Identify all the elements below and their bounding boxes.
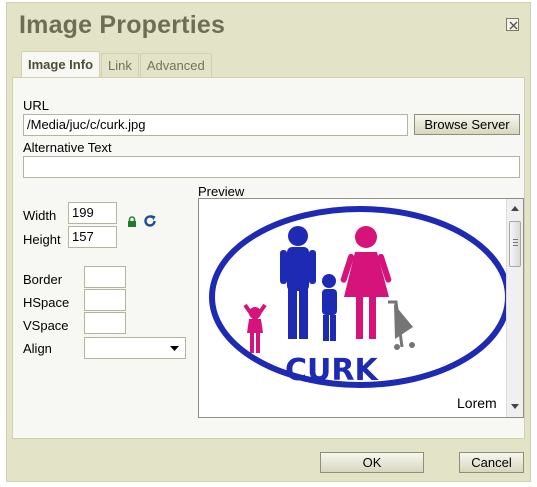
scroll-up-icon[interactable]	[511, 206, 519, 211]
chevron-down-icon	[170, 346, 179, 351]
lock-ratio-button[interactable]	[127, 216, 137, 231]
align-label: Align	[23, 341, 52, 356]
image-properties-dialog: Image Properties Image Info Link Advance…	[6, 2, 531, 482]
dialog-footer: OK Cancel	[7, 440, 530, 481]
tab-image-info[interactable]: Image Info	[21, 51, 101, 77]
lock-icon	[128, 216, 136, 227]
logo-text: CURK	[285, 353, 379, 388]
cancel-button[interactable]: Cancel	[459, 452, 524, 473]
align-select[interactable]	[84, 337, 186, 359]
grip-icon	[513, 239, 518, 246]
alt-text-input[interactable]	[23, 156, 520, 178]
curk-logo-image: CURK	[209, 206, 507, 388]
reset-size-icon	[144, 215, 156, 227]
reset-size-button[interactable]	[143, 214, 157, 231]
url-input[interactable]: /Media/juc/c/curk.jpg	[23, 114, 408, 136]
dialog-title: Image Properties	[19, 11, 226, 39]
preview-scrollbar[interactable]	[506, 199, 523, 417]
close-button[interactable]	[506, 18, 519, 31]
ok-button[interactable]: OK	[320, 452, 424, 473]
vspace-label: VSpace	[23, 318, 69, 333]
title-bar[interactable]: Image Properties	[7, 3, 530, 47]
preview-lorem-text: Lorem	[457, 395, 497, 411]
vspace-input[interactable]	[84, 312, 126, 334]
close-icon	[509, 21, 518, 30]
preview-pane[interactable]: CURK Lorem	[198, 198, 524, 418]
alt-text-label: Alternative Text	[23, 140, 112, 155]
image-info-panel: URL /Media/juc/c/curk.jpg Browse Server …	[12, 77, 525, 439]
tab-bar: Image Info Link Advanced	[21, 51, 213, 77]
scroll-thumb[interactable]	[509, 221, 521, 267]
url-label: URL	[23, 98, 50, 113]
hspace-label: HSpace	[23, 295, 70, 310]
border-input[interactable]	[84, 266, 126, 288]
scroll-down-icon[interactable]	[511, 404, 519, 409]
hspace-input[interactable]	[84, 289, 126, 311]
height-input[interactable]: 157	[68, 226, 117, 248]
border-label: Border	[23, 272, 63, 287]
height-label: Height	[23, 232, 61, 247]
browse-server-button[interactable]: Browse Server	[414, 114, 520, 135]
preview-label: Preview	[198, 184, 245, 199]
tab-link[interactable]: Link	[101, 53, 139, 77]
width-label: Width	[23, 208, 57, 223]
tab-advanced[interactable]: Advanced	[139, 53, 212, 77]
width-input[interactable]: 199	[68, 202, 117, 224]
